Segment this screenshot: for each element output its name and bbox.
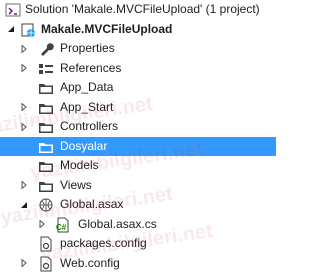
tree-item-references[interactable]: References: [0, 59, 276, 79]
tree-item-dosyalar[interactable]: Dosyalar: [0, 137, 276, 157]
folder-icon: [38, 158, 54, 174]
tree-item-label: Properties: [60, 39, 115, 59]
expand-arrow-icon[interactable]: [19, 59, 29, 79]
collapse-arrow-icon[interactable]: [6, 20, 16, 40]
expand-arrow-icon[interactable]: [19, 98, 29, 118]
folder-icon: [38, 100, 54, 116]
tree-item-label: Views: [60, 176, 92, 196]
tree-item-global-asax[interactable]: Global.asax: [0, 195, 276, 215]
expand-arrow-icon[interactable]: [37, 215, 47, 235]
config-file-icon: [38, 256, 54, 272]
folder-icon: [38, 178, 54, 194]
solution-explorer-tree: Solution 'Makale.MVCFileUpload' (1 proje…: [0, 0, 276, 273]
folder-icon: [38, 119, 54, 135]
expand-arrow-icon[interactable]: [19, 176, 29, 196]
global-asax-file-icon: [38, 197, 54, 213]
tree-item-label: References: [60, 59, 121, 79]
solution-label: Solution 'Makale.MVCFileUpload' (1 proje…: [25, 0, 260, 20]
tree-item-web-config[interactable]: Web.config: [0, 254, 276, 273]
tree-item-label: Global.asax.cs: [78, 215, 157, 235]
csharp-file-icon: C#: [55, 217, 71, 233]
tree-item-views[interactable]: Views: [0, 176, 276, 196]
tree-item-app-data[interactable]: App_Data: [0, 78, 276, 98]
collapse-arrow-icon[interactable]: [19, 195, 29, 215]
folder-icon: [38, 139, 54, 155]
references-icon: [38, 61, 54, 77]
solution-node[interactable]: Solution 'Makale.MVCFileUpload' (1 proje…: [0, 0, 276, 20]
tree-item-controllers[interactable]: Controllers: [0, 117, 276, 137]
wrench-icon: [38, 41, 54, 57]
tree-item-label: Global.asax: [60, 195, 123, 215]
project-node[interactable]: Makale.MVCFileUpload: [0, 20, 276, 40]
tree-item-label: Controllers: [60, 117, 118, 137]
tree-item-properties[interactable]: Properties: [0, 39, 276, 59]
solution-icon: [5, 2, 21, 18]
expand-arrow-icon[interactable]: [19, 39, 29, 59]
tree-item-models[interactable]: Models: [0, 156, 276, 176]
tree-item-packages-config[interactable]: packages.config: [0, 234, 276, 254]
tree-item-label: App_Data: [60, 78, 113, 98]
config-file-icon: [38, 236, 54, 252]
tree-item-label: Dosyalar: [60, 137, 107, 157]
folder-icon: [38, 80, 54, 96]
tree-item-label: packages.config: [60, 234, 147, 254]
tree-item-label: Web.config: [60, 254, 120, 273]
tree-item-global-asax-cs[interactable]: C# Global.asax.cs: [0, 215, 276, 235]
expand-arrow-icon[interactable]: [19, 117, 29, 137]
tree-item-label: App_Start: [60, 98, 113, 118]
tree-item-label: Models: [60, 156, 99, 176]
web-project-icon: [20, 22, 36, 38]
expand-arrow-icon[interactable]: [19, 254, 29, 273]
project-label: Makale.MVCFileUpload: [41, 20, 172, 40]
svg-text:C#: C#: [56, 223, 67, 232]
tree-item-app-start[interactable]: App_Start: [0, 98, 276, 118]
